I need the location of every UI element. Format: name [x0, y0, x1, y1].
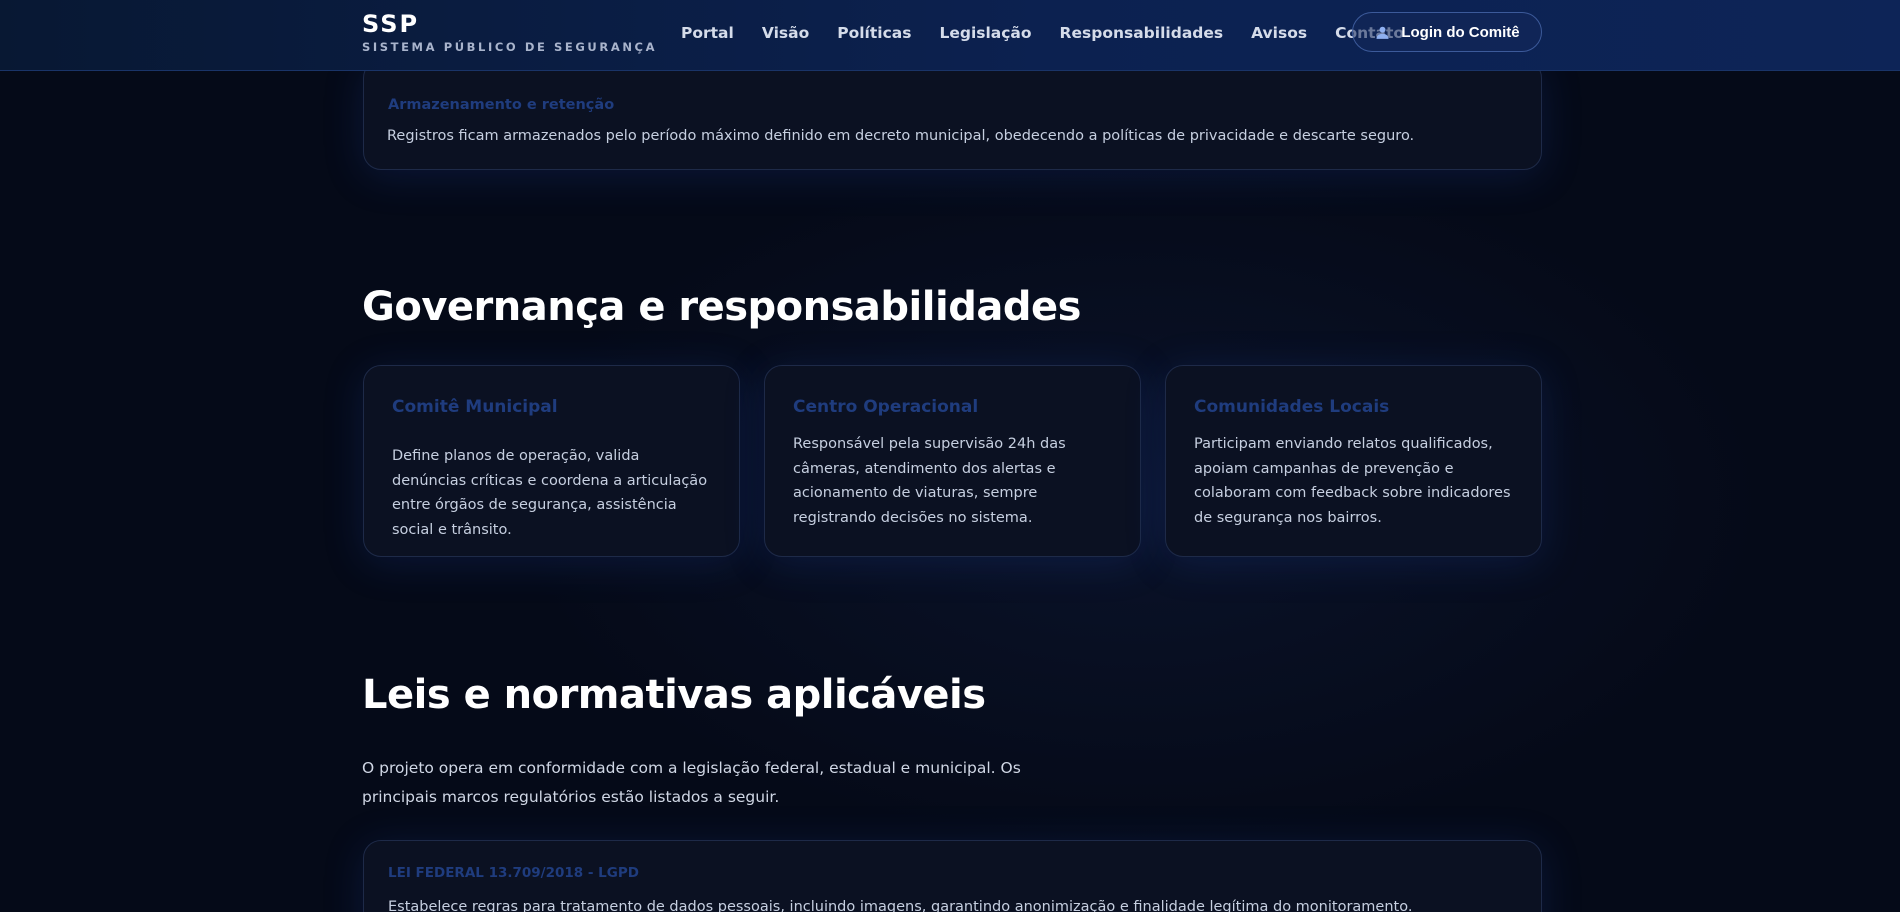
user-icon: [1376, 26, 1389, 39]
governance-card-text: Participam enviando relatos qualificados…: [1194, 436, 1511, 526]
nav-link-legislacao[interactable]: Legislação: [939, 24, 1031, 42]
laws-intro-text: O projeto opera em conformidade com a le…: [362, 759, 1021, 806]
law-card-lgpd: LEI FEDERAL 13.709/2018 - LGPD Estabelec…: [363, 840, 1542, 912]
storage-card-label: Armazenamento e retenção: [388, 97, 615, 113]
storage-retention-card: Armazenamento e retenção: [363, 60, 1542, 170]
main-nav: Portal Visão Políticas Legislação Respon…: [681, 24, 1432, 42]
governance-section-title: Governança e responsabilidades: [362, 284, 1081, 330]
governance-card-committee: Comitê Municipal Define planos de operaç…: [363, 365, 740, 557]
brand-subtitle: SISTEMA PÚBLICO DE SEGURANÇA: [362, 40, 658, 54]
governance-card-label: Comitê Municipal: [392, 397, 558, 417]
committee-login-button[interactable]: Login do Comitê: [1352, 12, 1542, 52]
laws-section-title: Leis e normativas aplicáveis: [362, 672, 986, 718]
governance-card-label: Comunidades Locais: [1194, 397, 1390, 417]
governance-card-operations: Centro Operacional Responsável pela supe…: [764, 365, 1141, 557]
law-card-label: LEI FEDERAL 13.709/2018 - LGPD: [388, 865, 639, 881]
governance-card-text: Responsável pela supervisão 24h das câme…: [793, 436, 1066, 526]
storage-card-text: Registros ficam armazenados pelo período…: [387, 128, 1415, 144]
brand-title: SSP: [362, 10, 420, 38]
governance-card-communities: Comunidades Locais Participam enviando r…: [1165, 365, 1542, 557]
law-card-text: Estabelece regras para tratamento de dad…: [388, 899, 1413, 912]
top-header: SSP SISTEMA PÚBLICO DE SEGURANÇA Portal …: [0, 0, 1900, 71]
nav-link-responsabilidades[interactable]: Responsabilidades: [1060, 24, 1224, 42]
nav-link-avisos[interactable]: Avisos: [1251, 24, 1307, 42]
governance-card-text: Define planos de operação, valida denúnc…: [392, 448, 708, 538]
governance-card-label: Centro Operacional: [793, 397, 979, 417]
login-button-label: Login do Comitê: [1401, 23, 1520, 41]
brand-logo[interactable]: SSP SISTEMA PÚBLICO DE SEGURANÇA: [362, 11, 657, 54]
nav-link-portal[interactable]: Portal: [681, 24, 734, 42]
nav-link-politicas[interactable]: Políticas: [837, 24, 911, 42]
nav-link-visao[interactable]: Visão: [762, 24, 809, 42]
